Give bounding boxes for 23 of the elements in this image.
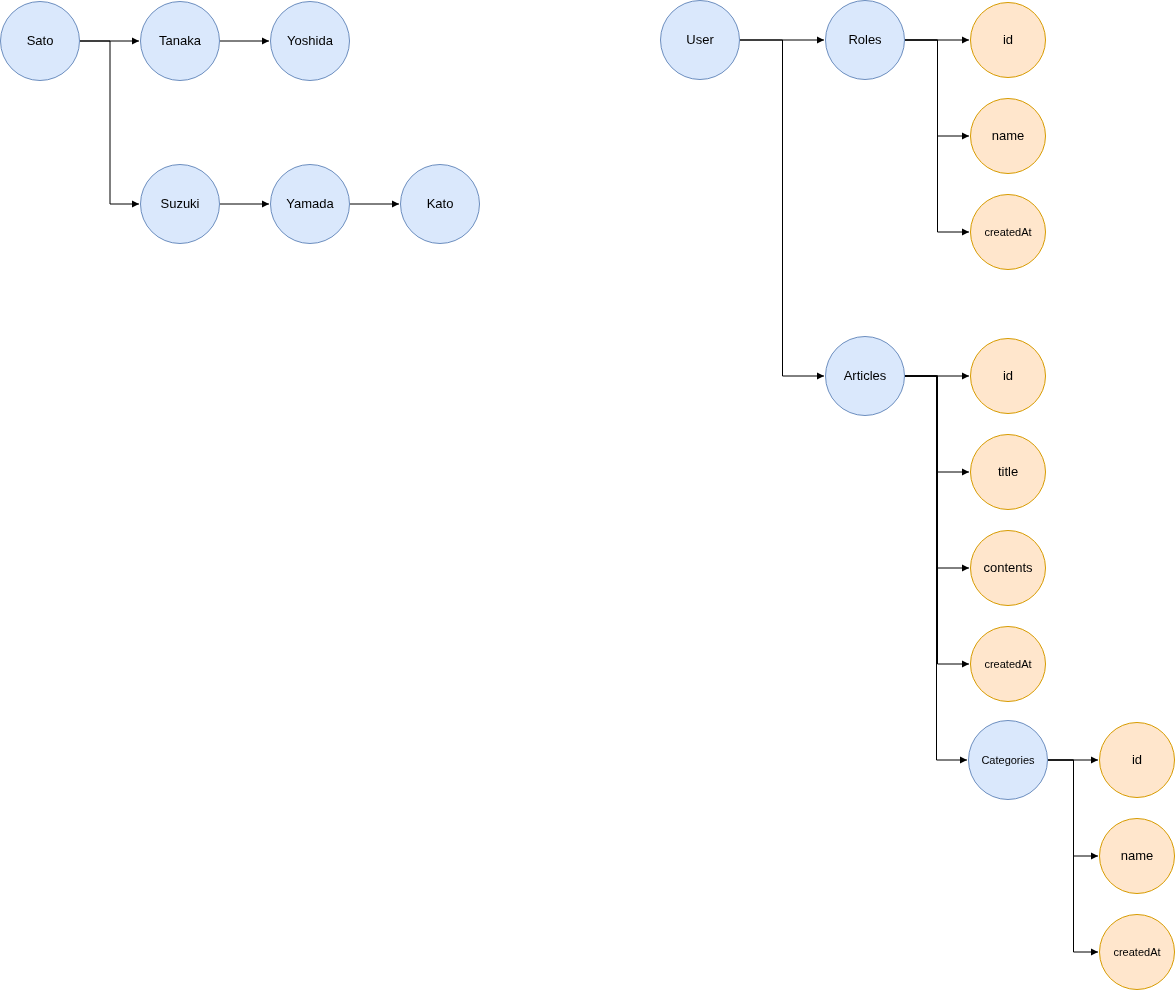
- entity-node: Categories: [968, 720, 1048, 800]
- entity-node: Sato: [0, 1, 80, 81]
- field-node: name: [1099, 818, 1175, 894]
- field-node: name: [970, 98, 1046, 174]
- field-node: createdAt: [970, 194, 1046, 270]
- entity-node: Yamada: [270, 164, 350, 244]
- field-node: id: [970, 2, 1046, 78]
- connector-arrow: [219, 37, 270, 45]
- entity-node: Yoshida: [270, 1, 350, 81]
- entity-node: Kato: [400, 164, 480, 244]
- field-node: contents: [970, 530, 1046, 606]
- connector-arrow: [219, 200, 270, 208]
- entity-node: Articles: [825, 336, 905, 416]
- entity-node: User: [660, 0, 740, 80]
- field-node: id: [970, 338, 1046, 414]
- connector-arrow: [349, 200, 400, 208]
- field-node: title: [970, 434, 1046, 510]
- entity-node: Suzuki: [140, 164, 220, 244]
- field-node: createdAt: [970, 626, 1046, 702]
- field-node: id: [1099, 722, 1175, 798]
- field-node: createdAt: [1099, 914, 1175, 990]
- entity-node: Roles: [825, 0, 905, 80]
- entity-node: Tanaka: [140, 1, 220, 81]
